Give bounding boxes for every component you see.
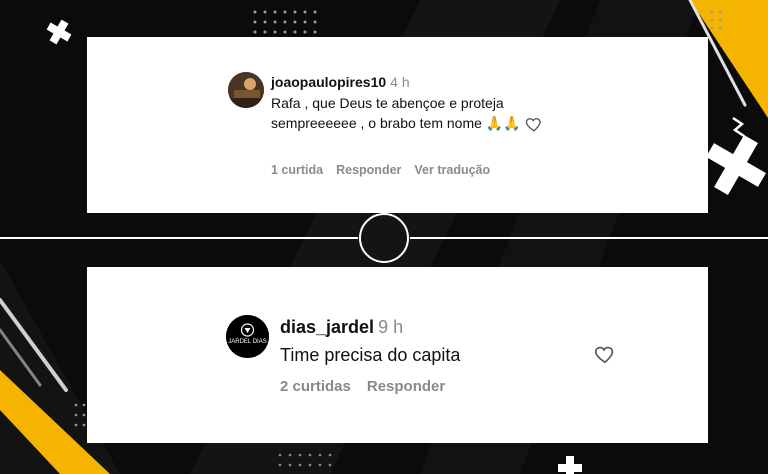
comment-text: Time precisa do capita: [280, 343, 460, 367]
comment-time: 4 h: [390, 74, 410, 90]
like-heart-icon[interactable]: [594, 343, 616, 365]
username-text[interactable]: joaopaulopires10: [271, 74, 386, 90]
like-heart-icon[interactable]: [525, 115, 543, 133]
comment-body: Rafa , que Deus te abençoe e proteja sem…: [271, 95, 504, 131]
avatar-photo: [228, 72, 264, 108]
comment-card: JARDEL DIAS dias_jardel 9 h Time precisa …: [87, 267, 708, 443]
comment-body: Time precisa do capita: [280, 345, 461, 365]
praying-hands-emoji: 🙏🙏: [485, 116, 521, 132]
comment-text: Rafa , que Deus te abençoe e proteja sem…: [271, 93, 521, 134]
likes-count[interactable]: 1 curtida: [271, 163, 323, 177]
avatar-logo-text: JARDEL DIAS: [228, 339, 266, 345]
reply-button[interactable]: Responder: [367, 378, 445, 395]
comment-actions: 2 curtidas Responder: [280, 378, 445, 395]
jardel-dias-logo: JARDEL DIAS: [226, 315, 269, 358]
username-text[interactable]: dias_jardel: [280, 317, 374, 337]
comment-username[interactable]: dias_jardel 9 h: [280, 317, 403, 338]
comment-actions: 1 curtida Responder Ver tradução: [271, 163, 490, 177]
reply-button[interactable]: Responder: [336, 163, 401, 177]
likes-count[interactable]: 2 curtidas: [280, 378, 351, 395]
comment-card: joaopaulopires10 4 h Rafa , que Deus te a…: [87, 37, 708, 213]
translate-button[interactable]: Ver tradução: [414, 163, 490, 177]
avatar[interactable]: JARDEL DIAS: [226, 315, 269, 358]
comment-time: 9 h: [378, 317, 404, 337]
avatar[interactable]: [228, 72, 264, 108]
comment-username[interactable]: joaopaulopires10 4 h: [271, 74, 410, 90]
